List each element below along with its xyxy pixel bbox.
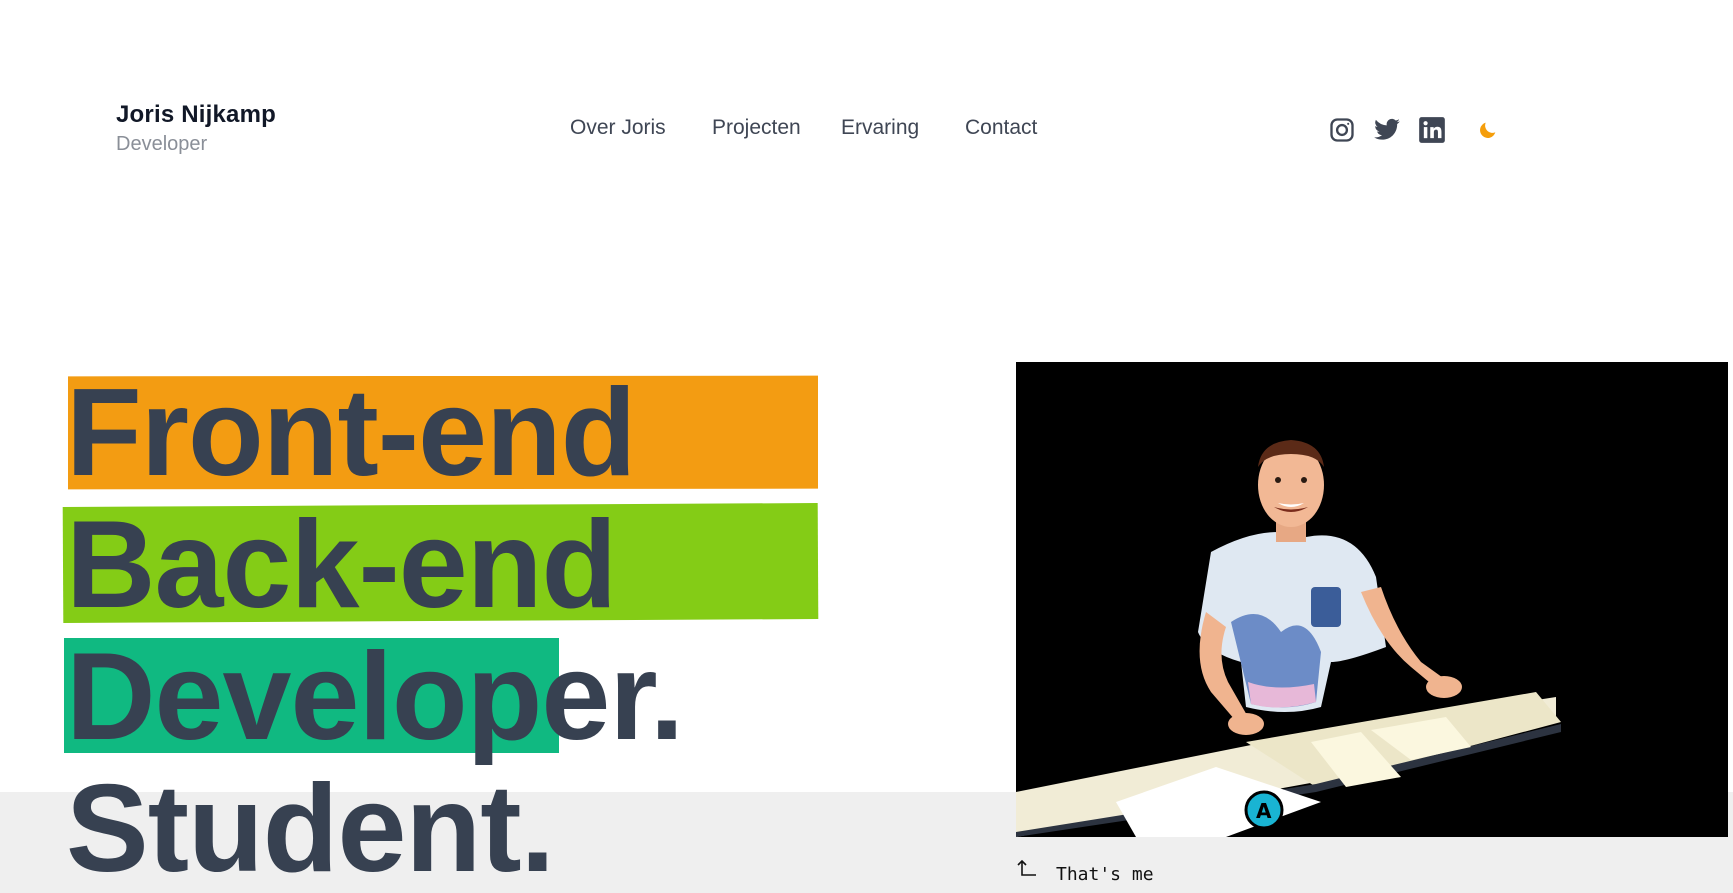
profile-photo: A	[1016, 362, 1728, 837]
site-owner-name: Joris Nijkamp	[116, 101, 276, 128]
hero-line-developer: Developer.	[66, 628, 684, 766]
corner-up-left-arrow-icon	[1016, 858, 1038, 885]
moon-icon[interactable]	[1477, 116, 1499, 144]
nav-link-ervaring[interactable]: Ervaring	[841, 116, 919, 140]
hero-line-back-end: Back-end	[66, 496, 617, 634]
hero-line-front-end: Front-end	[66, 364, 637, 502]
hero-line-student: Student.	[66, 760, 555, 893]
nav-link-projecten[interactable]: Projecten	[712, 116, 801, 140]
instagram-icon[interactable]	[1328, 116, 1356, 144]
nav-link-contact[interactable]: Contact	[965, 116, 1037, 140]
linkedin-icon[interactable]	[1418, 116, 1446, 144]
svg-text:A: A	[1256, 799, 1272, 823]
photo-caption-text: That's me	[1056, 864, 1154, 885]
photo-caption: That's me	[1016, 858, 1154, 885]
nav-link-over-joris[interactable]: Over Joris	[570, 116, 666, 140]
brand[interactable]: Joris Nijkamp Developer	[116, 100, 276, 158]
site-owner-role: Developer	[116, 133, 208, 155]
twitter-icon[interactable]	[1373, 116, 1401, 144]
page: Joris Nijkamp Developer Over Joris Proje…	[0, 0, 1733, 893]
